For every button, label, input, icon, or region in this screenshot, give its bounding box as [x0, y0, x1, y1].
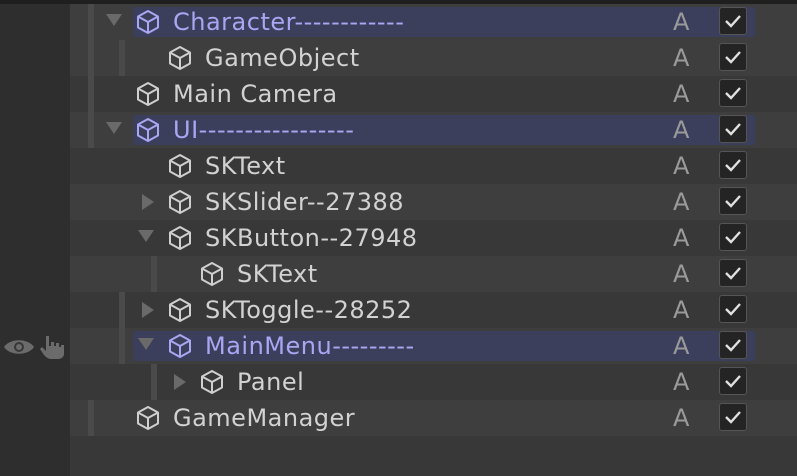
active-checkbox[interactable] — [719, 79, 747, 107]
checkmark-icon — [725, 231, 741, 244]
checkmark-icon — [725, 51, 741, 64]
active-checkbox[interactable] — [719, 259, 747, 287]
collapse-arrow-icon[interactable] — [142, 302, 154, 318]
cube-icon — [137, 82, 159, 106]
cube-icon — [137, 118, 159, 142]
cube-icon — [169, 298, 191, 322]
cube-icon — [169, 226, 191, 250]
indent-guide — [88, 40, 94, 76]
cube-icon — [169, 154, 191, 178]
indent-guide — [119, 40, 125, 76]
object-name: UI----------------- — [173, 116, 355, 144]
hierarchy-row-character[interactable]: Character------------ A — [0, 4, 797, 40]
checkmark-icon — [725, 195, 741, 208]
hierarchy-row-gameobject[interactable]: GameObject A — [0, 40, 797, 76]
checkmark-icon — [725, 375, 741, 388]
cube-icon — [169, 334, 191, 358]
a-icon[interactable]: A — [673, 76, 689, 112]
a-icon[interactable]: A — [673, 40, 689, 76]
object-name: SKSlider--27388 — [205, 188, 405, 216]
object-name: SKToggle--28252 — [205, 296, 413, 324]
hierarchy-row-skbutton[interactable]: SKButton--27948 A — [0, 220, 797, 256]
expand-arrow-icon[interactable] — [106, 122, 122, 134]
active-checkbox[interactable] — [719, 223, 747, 251]
collapse-arrow-icon[interactable] — [142, 194, 154, 210]
a-icon[interactable]: A — [673, 364, 689, 400]
object-name: Main Camera — [173, 80, 338, 108]
hierarchy-row-panel[interactable]: Panel A — [0, 364, 797, 400]
a-icon[interactable]: A — [673, 112, 689, 148]
indent-guide — [88, 400, 94, 436]
active-checkbox[interactable] — [719, 187, 747, 215]
hand-icon[interactable] — [38, 334, 66, 360]
indent-guide — [119, 328, 125, 364]
hierarchy-row-sktext[interactable]: SKText A — [0, 148, 797, 184]
object-name: GameManager — [173, 404, 356, 432]
expand-arrow-icon[interactable] — [138, 230, 154, 242]
active-checkbox[interactable] — [719, 331, 747, 359]
indent-guide — [88, 76, 94, 112]
active-checkbox[interactable] — [719, 403, 747, 431]
object-name: GameObject — [205, 44, 360, 72]
checkmark-icon — [725, 339, 741, 352]
collapse-arrow-icon[interactable] — [174, 374, 186, 390]
cube-icon — [169, 190, 191, 214]
checkmark-icon — [725, 303, 741, 316]
checkmark-icon — [725, 87, 741, 100]
checkmark-icon — [725, 267, 741, 280]
hierarchy-row-mainmenu[interactable]: MainMenu--------- A — [0, 328, 797, 364]
a-icon[interactable]: A — [673, 184, 689, 220]
checkmark-icon — [725, 411, 741, 424]
object-name: MainMenu--------- — [205, 332, 415, 360]
a-icon[interactable]: A — [673, 292, 689, 328]
object-name: SKButton--27948 — [205, 224, 418, 252]
object-name: SKText — [237, 260, 318, 288]
checkmark-icon — [725, 123, 741, 136]
expand-arrow-icon[interactable] — [138, 338, 154, 350]
active-checkbox[interactable] — [719, 295, 747, 323]
hierarchy-row-skslider[interactable]: SKSlider--27388 A — [0, 184, 797, 220]
hierarchy-row-sktoggle[interactable]: SKToggle--28252 A — [0, 292, 797, 328]
cube-icon — [201, 262, 223, 286]
cube-icon — [137, 10, 159, 34]
cube-icon — [201, 370, 223, 394]
indent-guide — [88, 4, 94, 40]
a-icon[interactable]: A — [673, 148, 689, 184]
cube-icon — [137, 406, 159, 430]
cube-icon — [169, 46, 191, 70]
hierarchy-row-sktext-child[interactable]: SKText A — [0, 256, 797, 292]
object-name: Panel — [237, 368, 305, 396]
object-name: SKText — [205, 152, 286, 180]
eye-icon[interactable] — [2, 336, 36, 358]
a-icon[interactable]: A — [673, 220, 689, 256]
active-checkbox[interactable] — [719, 7, 747, 35]
a-icon[interactable]: A — [673, 4, 689, 40]
hierarchy-row-ui[interactable]: UI----------------- A — [0, 112, 797, 148]
hierarchy-row-main-camera[interactable]: Main Camera A — [0, 76, 797, 112]
indent-guide — [151, 256, 157, 292]
a-icon[interactable]: A — [673, 256, 689, 292]
hierarchy-panel: Character------------ A GameObject A Mai… — [0, 0, 797, 476]
active-checkbox[interactable] — [719, 151, 747, 179]
indent-guide — [119, 292, 125, 328]
active-checkbox[interactable] — [719, 43, 747, 71]
active-checkbox[interactable] — [719, 367, 747, 395]
expand-arrow-icon[interactable] — [106, 14, 122, 26]
checkmark-icon — [725, 159, 741, 172]
hierarchy-row-gamemanager[interactable]: GameManager A — [0, 400, 797, 436]
indent-guide — [151, 364, 157, 400]
active-checkbox[interactable] — [719, 115, 747, 143]
object-name: Character------------ — [173, 8, 405, 36]
a-icon[interactable]: A — [673, 400, 689, 436]
a-icon[interactable]: A — [673, 328, 689, 364]
checkmark-icon — [725, 15, 741, 28]
indent-guide — [88, 112, 94, 148]
